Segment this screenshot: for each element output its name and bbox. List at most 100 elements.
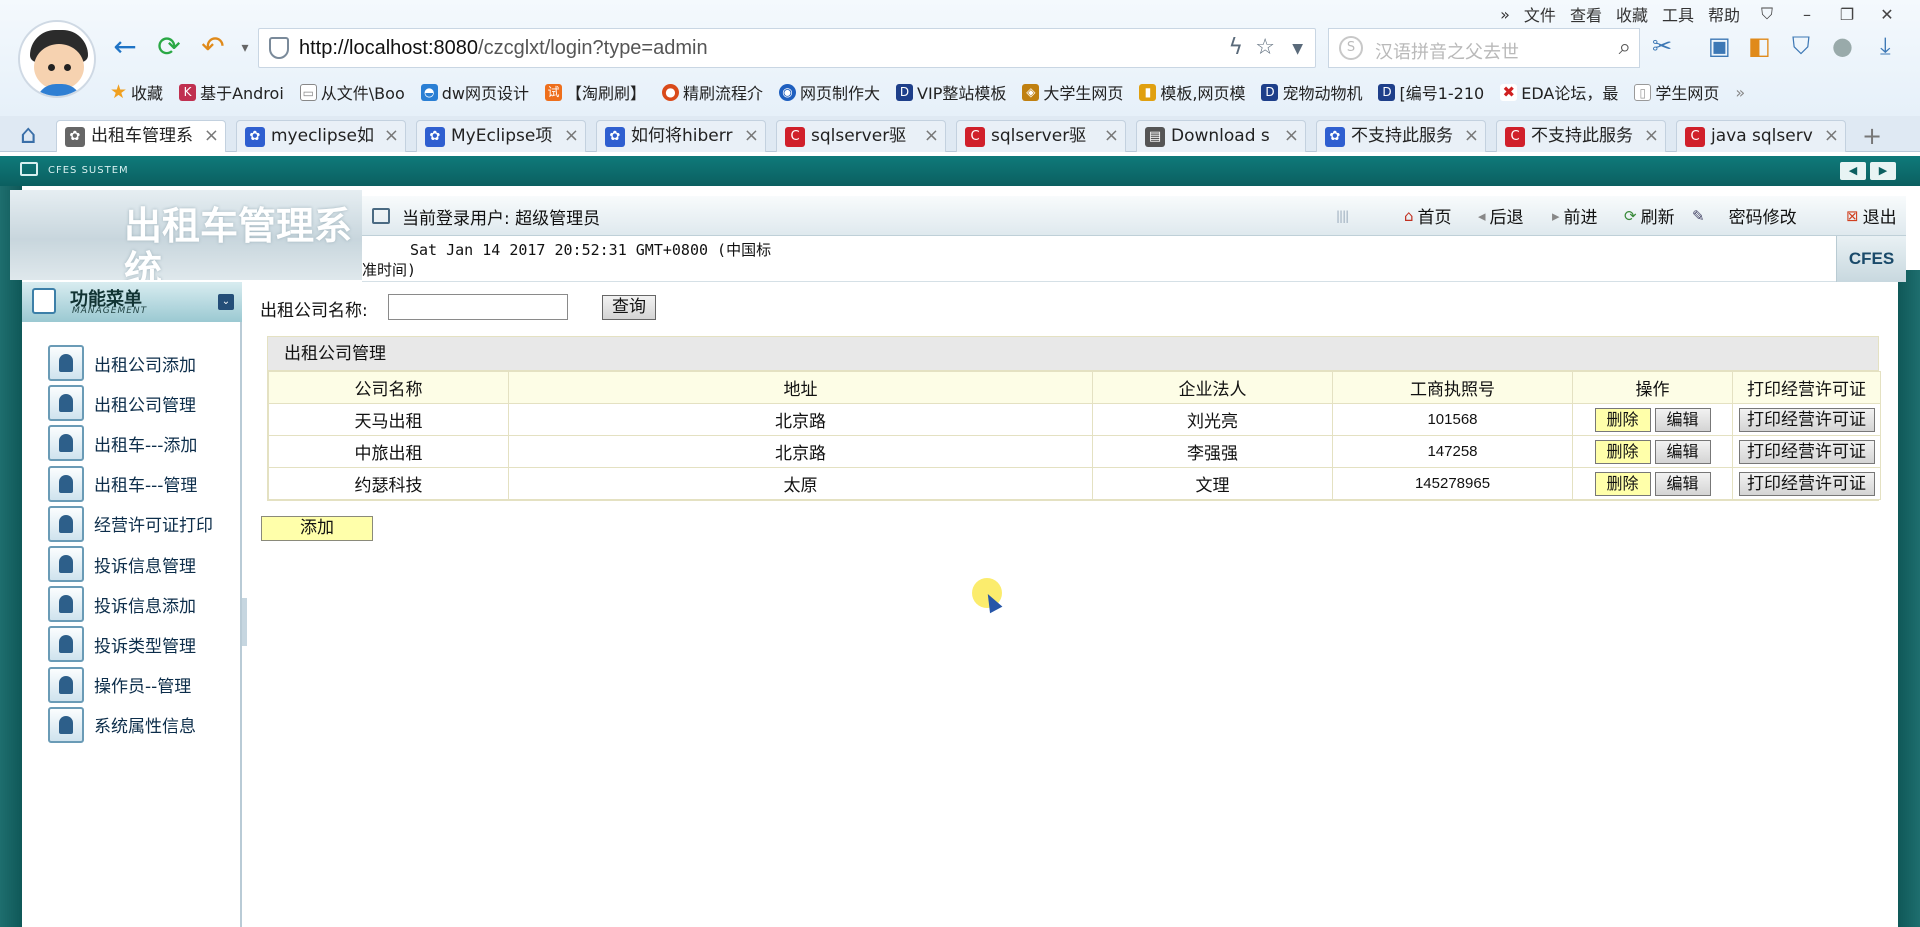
sidebar-item[interactable]: 出租公司管理 [48, 384, 238, 422]
search-box[interactable]: S 汉语拼音之父去世 ⌕ [1328, 28, 1640, 68]
close-tab-icon[interactable]: × [384, 121, 399, 151]
nav-home[interactable]: ⌂ 首页 [1404, 203, 1452, 229]
legal-person-cell: 文理 [1092, 467, 1333, 500]
close-tab-icon[interactable]: × [1104, 121, 1119, 151]
splitter-handle[interactable] [242, 598, 247, 646]
nav-refresh[interactable]: ⟳ 刷新 [1624, 203, 1675, 229]
menu-collapse-icon[interactable]: » [1500, 5, 1510, 24]
lightning-icon[interactable]: ϟ [1228, 35, 1243, 60]
bookmark-item[interactable]: ◉ 网页制作大 [779, 80, 880, 104]
nav-exit[interactable]: ⊠ 退出 [1846, 203, 1897, 229]
bookmark-item[interactable]: 试【淘刷刷】 [544, 80, 646, 104]
close-tab-icon[interactable]: × [1464, 121, 1479, 151]
screenshot-icon[interactable]: ▣ [1708, 32, 1731, 60]
sidebar-item[interactable]: 出租车---添加 [48, 424, 238, 462]
bookmark-item[interactable]: ▮ 模板,网页模 [1139, 80, 1245, 104]
edit-button[interactable]: 编辑 [1654, 439, 1711, 464]
security-icon[interactable]: ⛉ [1792, 32, 1810, 60]
menu-tools[interactable]: 工具 [1662, 2, 1694, 26]
sidebar-item[interactable]: 投诉信息添加 [48, 585, 238, 623]
browser-tab[interactable]: ▤ Download s × [1136, 120, 1306, 152]
bookmark-item[interactable]: D [编号1-210 [1378, 80, 1484, 104]
address-bar[interactable]: http://localhost:8080/czcglxt/login?type… [258, 28, 1316, 68]
close-tab-icon[interactable]: × [924, 121, 939, 151]
sidebar-item[interactable]: 出租公司添加 [48, 344, 238, 382]
user-avatar-icon[interactable] [18, 20, 96, 98]
browser-tab[interactable]: ✿ 出租车管理系 × [56, 120, 226, 152]
menu-file[interactable]: 文件 [1524, 2, 1556, 26]
bookmark-item[interactable]: ● 精刷流程介 [662, 80, 763, 104]
browser-tab[interactable]: Csqlserver驱 × [776, 120, 946, 152]
new-tab-button[interactable]: + [1862, 122, 1882, 150]
delete-button[interactable]: 删除 [1594, 407, 1651, 432]
download-icon[interactable]: ⤓ [1880, 32, 1891, 60]
close-tab-icon[interactable]: × [564, 121, 579, 151]
bookmark-item[interactable]: ★ 收藏 [110, 80, 163, 104]
undo-icon[interactable]: ↶ [196, 30, 230, 63]
search-icon[interactable]: ⌕ [1619, 35, 1631, 60]
bookmark-item[interactable]: ◈ 大学生网页 [1022, 80, 1123, 104]
chevron-down-icon[interactable]: ▼ [1292, 41, 1303, 57]
bookmark-item[interactable]: K 基于Androi [179, 80, 284, 104]
edit-button[interactable]: 编辑 [1654, 407, 1711, 432]
browser-tab[interactable]: C 不支持此服务 × [1496, 120, 1666, 152]
minimize-button[interactable]: – [1794, 5, 1820, 24]
bookmark-item[interactable]: ◓ dw网页设计 [420, 80, 529, 104]
sidebar-item[interactable]: 投诉信息管理 [48, 545, 238, 583]
back-arrow-icon[interactable]: ← [108, 30, 142, 63]
close-tab-icon[interactable]: × [744, 121, 759, 151]
menu-favorites[interactable]: 收藏 [1616, 2, 1648, 26]
browser-tab[interactable]: Cjava sqlserv × [1676, 120, 1846, 152]
print-license-button[interactable]: 打印经营许可证 [1738, 439, 1875, 464]
browser-tab[interactable]: Csqlserver驱 × [956, 120, 1126, 152]
query-button[interactable]: 查询 [602, 295, 656, 320]
undo-dropdown-icon[interactable]: ▾ [228, 40, 262, 56]
company-name-input[interactable] [388, 294, 568, 320]
close-tab-icon[interactable]: × [1284, 121, 1299, 151]
browser-tab[interactable]: ✿ MyEclipse项 × [416, 120, 586, 152]
bookmark-item[interactable]: ▭ 从文件\Boo [299, 80, 405, 104]
home-icon[interactable]: ⌂ [20, 120, 37, 150]
print-license-button[interactable]: 打印经营许可证 [1738, 471, 1875, 496]
menu-view[interactable]: 查看 [1570, 2, 1602, 26]
bookmark-item[interactable]: ✖ EDA论坛，最 [1500, 80, 1618, 104]
edit-button[interactable]: 编辑 [1654, 471, 1711, 496]
bookmark-item[interactable]: D 宠物动物机 [1261, 80, 1362, 104]
prev-page-button[interactable]: ◀ [1840, 162, 1866, 180]
nav-forward[interactable]: ▸ 前进 [1552, 203, 1598, 229]
next-page-button[interactable]: ▶ [1870, 162, 1896, 180]
search-engine-icon[interactable]: S [1339, 36, 1363, 60]
sidebar-item[interactable]: 出租车---管理 [48, 465, 238, 503]
bookmark-item[interactable]: D VIP整站模板 [896, 80, 1006, 104]
close-tab-icon[interactable]: × [1644, 121, 1659, 151]
collapse-toggle-icon[interactable]: ⌄ [218, 294, 234, 310]
reload-icon[interactable]: ⟳ [152, 30, 186, 63]
bookmarks-more-icon[interactable]: » [1735, 80, 1745, 104]
search-input[interactable]: 汉语拼音之父去世 [1375, 38, 1519, 64]
close-tab-icon[interactable]: × [204, 121, 219, 151]
nav-back[interactable]: ◂ 后退 [1478, 203, 1524, 229]
close-tab-icon[interactable]: × [1824, 121, 1839, 151]
delete-button[interactable]: 删除 [1594, 471, 1651, 496]
sidebar-item[interactable]: 经营许可证打印 [48, 505, 238, 543]
star-icon[interactable]: ☆ [1255, 35, 1275, 60]
print-license-button[interactable]: 打印经营许可证 [1738, 407, 1875, 432]
nav-password[interactable]: ✎ 密码修改 [1692, 203, 1797, 229]
scissors-icon[interactable]: ✂ [1652, 32, 1672, 60]
browser-tab[interactable]: ✿ 如何将hiberr × [596, 120, 766, 152]
more-icon[interactable]: ● [1832, 32, 1853, 60]
delete-button[interactable]: 删除 [1594, 439, 1651, 464]
browser-tab[interactable]: ✿ 不支持此服务 × [1316, 120, 1486, 152]
menu-help[interactable]: 帮助 [1708, 2, 1740, 26]
sidebar-item[interactable]: 系统属性信息 [48, 706, 238, 744]
bookmark-item[interactable]: ▯ 学生网页 [1634, 80, 1719, 104]
sidebar-item[interactable]: 操作员--管理 [48, 666, 238, 704]
restore-button[interactable]: ❐ [1834, 5, 1860, 24]
skin-icon[interactable]: ⛉ [1754, 4, 1780, 24]
browser-tab[interactable]: ✿ myeclipse如 × [236, 120, 406, 152]
close-button[interactable]: ✕ [1874, 5, 1900, 24]
add-button[interactable]: 添加 [261, 516, 373, 541]
address-url[interactable]: http://localhost:8080/czcglxt/login?type… [299, 37, 708, 60]
extensions-icon[interactable]: ◧ [1748, 32, 1771, 60]
sidebar-item[interactable]: 投诉类型管理 [48, 625, 238, 663]
